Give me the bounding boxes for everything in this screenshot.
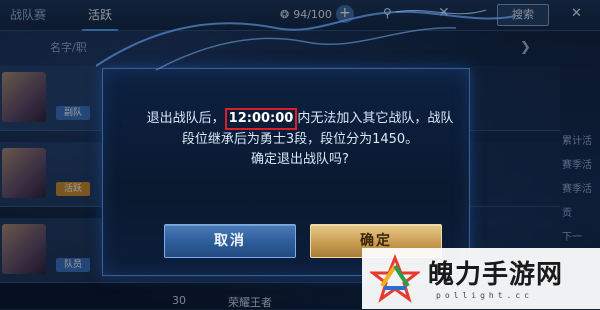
message-line-1: 退出战队后， 12:00:00 内无法加入其它战队，战队 (0, 108, 600, 130)
lockout-timer: 12:00:00 (224, 108, 298, 130)
message-line-1-after: 内无法加入其它战队，战队 (297, 111, 454, 126)
watermark-url: pollight.cc (436, 291, 533, 300)
dialog-message: 退出战队后， 12:00:00 内无法加入其它战队，战队 段位继承后为勇士3段，段位… (0, 108, 600, 170)
site-watermark: 魄力手游网 pollight.cc (362, 248, 600, 309)
message-line-3: 确定退出战队吗? (251, 152, 349, 167)
message-line-2: 段位继承后为勇士3段，段位分为1450。 (181, 132, 419, 147)
cancel-button[interactable]: 取消 (164, 224, 296, 258)
watermark-title: 魄力手游网 (428, 260, 564, 290)
message-line-1-before: 退出战队后， (146, 111, 225, 126)
dialog-swirl-decoration (96, 9, 516, 71)
watermark-logo-icon (370, 254, 420, 303)
